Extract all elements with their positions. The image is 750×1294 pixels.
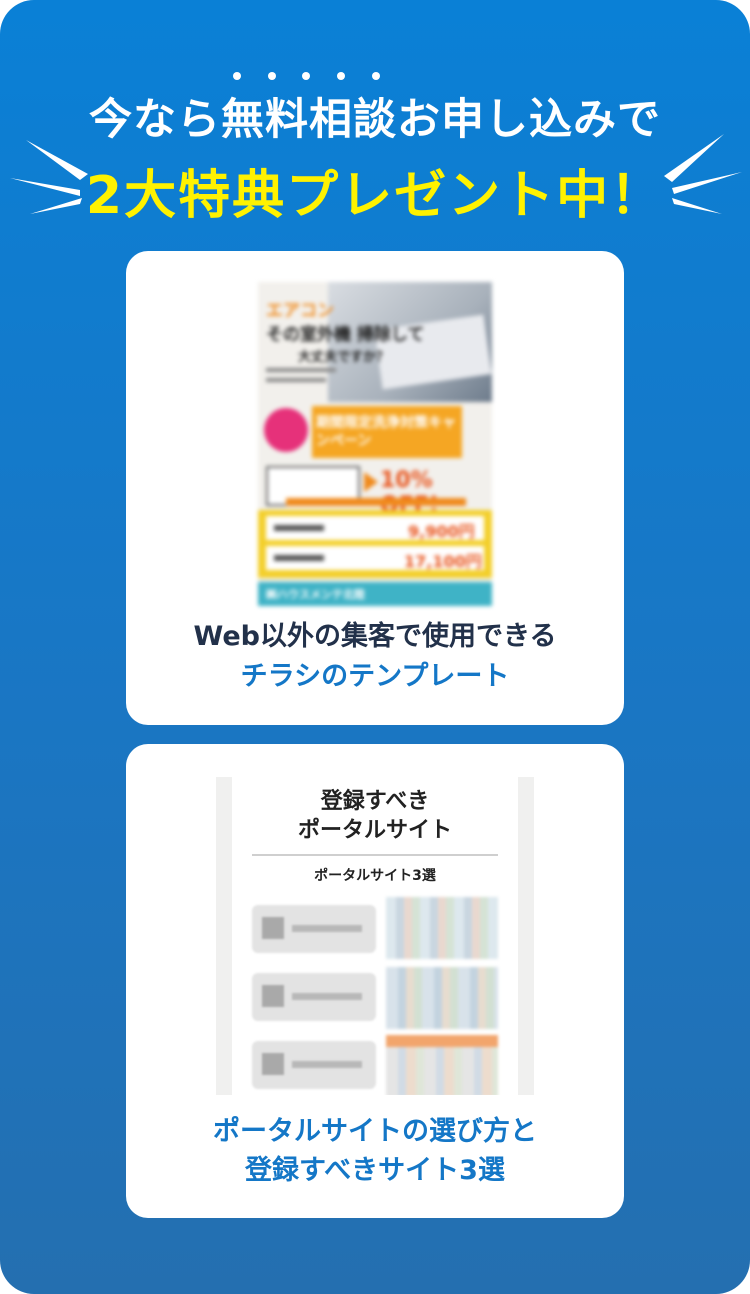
flyer-price1: 9,900円 (408, 522, 475, 541)
portal-screenshot (386, 897, 498, 959)
flyer-caption-line1: Web以外の集客で使用できる (193, 621, 557, 652)
portal-caption-line2: 登録すべきサイト3選 (245, 1155, 505, 1186)
portal-screenshot (386, 1035, 498, 1095)
portal-guide-image: 登録すべき ポータルサイト ポータルサイト3選 (216, 777, 534, 1095)
flyer-template-image: エアコン その室外機 掃除して 大丈夫ですか？ 期間限定洗浄対策キャンペーン 1… (258, 282, 492, 606)
flyer-campaign: 期間限定洗浄対策キャンペーン (316, 415, 456, 449)
headline-present: 2大特典プレゼント中！ (85, 166, 665, 226)
flyer-title-mid: その室外機 掃除して (266, 325, 425, 345)
portal-row (252, 973, 376, 1021)
flyer-title-top: エアコン (266, 301, 334, 321)
flyer-caption-line2: チラシのテンプレート (240, 661, 510, 692)
emphasis-dots (0, 72, 750, 82)
flyer-title-mid2: 大丈夫ですか？ (298, 350, 390, 365)
flyer-footer: ㈱ハウスメンテ北陸 (266, 588, 365, 601)
portal-title: 登録すべき ポータルサイト (297, 789, 452, 843)
portal-subtitle: ポータルサイト3選 (314, 868, 436, 884)
promo-panel: 今なら無料相談お申し込みで 2大特典プレゼント中！ エアコン その室外機 掃除し… (0, 0, 750, 1294)
portal-caption-line1: ポータルサイトの選び方と (213, 1116, 537, 1147)
flyer-price2: 17,100円 (404, 552, 482, 571)
portal-screenshot (386, 967, 498, 1029)
headline-offer: 今なら無料相談お申し込みで (89, 95, 661, 145)
portal-row (252, 1041, 376, 1089)
portal-row (252, 905, 376, 953)
